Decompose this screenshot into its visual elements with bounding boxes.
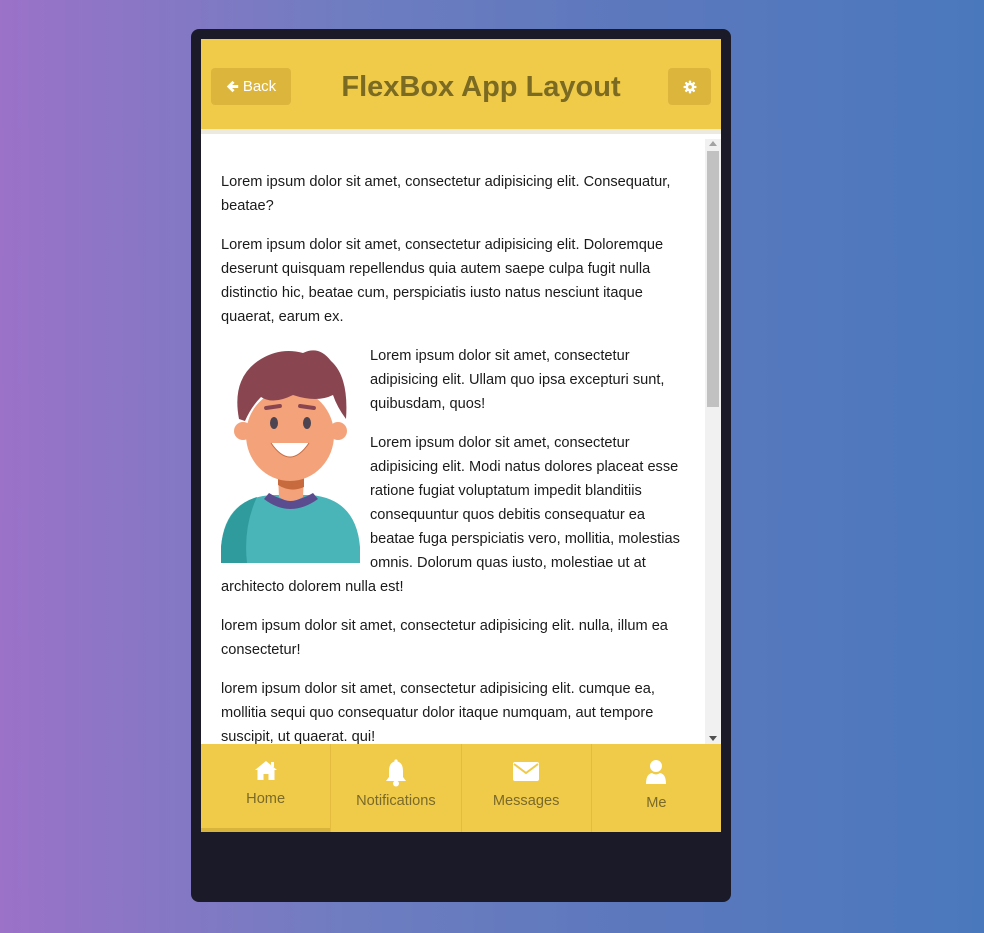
scroll-down-arrow-icon[interactable] [709,736,717,741]
page-title: FlexBox App Layout [341,71,621,103]
home-icon [254,761,277,780]
bottom-tab-bar: Home Notifications Messages Me [201,744,721,832]
content-area[interactable]: Lorem ipsum dolor sit amet, consectetur … [201,139,705,744]
device-frame: Back FlexBox App Layout Lorem ipsum dolo… [191,29,731,902]
tab-home[interactable]: Home [201,744,332,832]
tab-label: Me [646,795,667,811]
back-button-label: Back [242,78,277,95]
tab-notifications[interactable]: Notifications [331,744,462,832]
bell-icon [385,759,406,787]
paragraph: Lorem ipsum dolor sit amet, consectetur … [221,237,664,325]
content-scrollbar[interactable] [705,139,721,744]
tab-label: Messages [492,793,560,809]
avatar-illustration [221,350,360,563]
paragraph: lorem ipsum dolor sit amet, consectetur … [221,681,655,744]
paragraph: Lorem ipsum dolor sit amet, consectetur … [221,174,671,214]
tab-label: Home [246,791,286,807]
settings-button[interactable] [668,68,711,105]
arrow-left-icon [226,80,238,93]
scrollbar-thumb[interactable] [707,151,719,407]
tab-label: Notifications [356,793,436,809]
app-header: Back FlexBox App Layout [201,39,721,134]
paragraph: lorem ipsum dolor sit amet, consectetur … [221,618,668,658]
scroll-up-arrow-icon[interactable] [709,141,717,146]
gear-icon [683,80,696,93]
envelope-icon [513,762,540,781]
user-icon [646,760,667,784]
back-button[interactable]: Back [211,68,291,105]
app-screen: Back FlexBox App Layout Lorem ipsum dolo… [201,39,721,832]
tab-messages[interactable]: Messages [462,744,592,832]
tab-me[interactable]: Me [592,744,721,832]
